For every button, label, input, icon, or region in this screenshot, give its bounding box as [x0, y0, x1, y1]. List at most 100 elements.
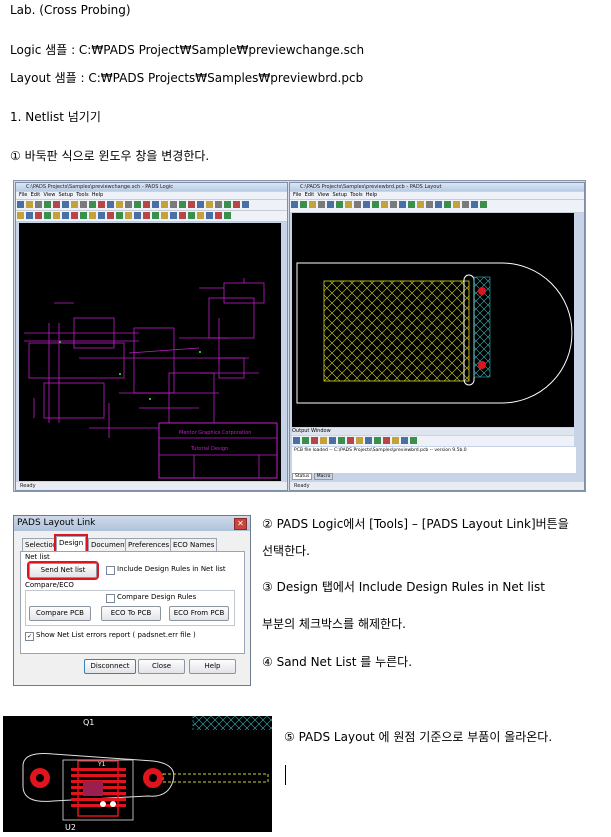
toolbar-icon[interactable]	[89, 212, 96, 219]
disconnect-button[interactable]: Disconnect	[84, 659, 136, 674]
toolbar-icon[interactable]	[471, 201, 478, 208]
toolbar-icon[interactable]	[224, 201, 231, 208]
tab-design[interactable]: Design	[53, 534, 89, 554]
toolbar-icon[interactable]	[444, 201, 451, 208]
toolbar-icon[interactable]	[161, 212, 168, 219]
toolbar-icon[interactable]	[320, 437, 327, 444]
toolbar-icon[interactable]	[116, 212, 123, 219]
toolbar-icon[interactable]	[401, 437, 408, 444]
toolbar-icon[interactable]	[161, 201, 168, 208]
menu-edit[interactable]: Edit	[31, 192, 41, 198]
toolbar-icon[interactable]	[188, 201, 195, 208]
tab-eco-names[interactable]: ECO Names	[170, 538, 218, 552]
eco-to-pcb-button[interactable]: ECO To PCB	[101, 606, 161, 621]
menu-file[interactable]: File	[19, 192, 27, 198]
menu-help[interactable]: Help	[92, 192, 103, 198]
toolbar-icon[interactable]	[170, 212, 177, 219]
toolbar-icon[interactable]	[302, 437, 309, 444]
compare-rules-checkbox[interactable]	[106, 594, 115, 603]
schematic-canvas[interactable]: Mentor Graphics Corporation Tutorial Des…	[19, 223, 281, 481]
toolbar-icon[interactable]	[338, 437, 345, 444]
toolbar-icon[interactable]	[179, 201, 186, 208]
toolbar-icon[interactable]	[80, 201, 87, 208]
toolbar-icon[interactable]	[356, 437, 363, 444]
toolbar-icon[interactable]	[125, 212, 132, 219]
toolbar-icon[interactable]	[197, 201, 204, 208]
toolbar-icon[interactable]	[233, 201, 240, 208]
tab-selection[interactable]: Selection	[22, 538, 61, 552]
toolbar-icon[interactable]	[206, 201, 213, 208]
toolbar-icon[interactable]	[462, 201, 469, 208]
toolbar-icon[interactable]	[152, 212, 159, 219]
toolbar-icon[interactable]	[143, 201, 150, 208]
toolbar-icon[interactable]	[347, 437, 354, 444]
toolbar-icon[interactable]	[399, 201, 406, 208]
toolbar-icon[interactable]	[17, 212, 24, 219]
toolbar-icon[interactable]	[383, 437, 390, 444]
toolbar-icon[interactable]	[35, 201, 42, 208]
menu-help[interactable]: Help	[366, 192, 377, 198]
menu-file[interactable]: File	[293, 192, 301, 198]
toolbar-icon[interactable]	[62, 212, 69, 219]
toolbar-icon[interactable]	[293, 437, 300, 444]
tab-preferences[interactable]: Preferences	[125, 538, 173, 552]
toolbar-icon[interactable]	[410, 437, 417, 444]
toolbar-icon[interactable]	[392, 437, 399, 444]
toolbar-icon[interactable]	[363, 201, 370, 208]
toolbar-icon[interactable]	[71, 212, 78, 219]
menu-setup[interactable]: Setup	[333, 192, 348, 198]
menu-tools[interactable]: Tools	[76, 192, 88, 198]
toolbar-icon[interactable]	[170, 201, 177, 208]
toolbar-icon[interactable]	[354, 201, 361, 208]
toolbar-icon[interactable]	[408, 201, 415, 208]
toolbar-icon[interactable]	[71, 201, 78, 208]
toolbar-icon[interactable]	[372, 201, 379, 208]
toolbar-icon[interactable]	[116, 201, 123, 208]
toolbar-icon[interactable]	[98, 212, 105, 219]
toolbar-icon[interactable]	[345, 201, 352, 208]
pcb-canvas[interactable]	[292, 213, 574, 427]
toolbar-icon[interactable]	[215, 201, 222, 208]
toolbar-icon[interactable]	[188, 212, 195, 219]
close-icon[interactable]: ✕	[234, 518, 247, 530]
toolbar-icon[interactable]	[206, 212, 213, 219]
toolbar-icon[interactable]	[125, 201, 132, 208]
menu-edit[interactable]: Edit	[305, 192, 315, 198]
tab-macro[interactable]: Macro	[313, 473, 334, 480]
toolbar-icon[interactable]	[179, 212, 186, 219]
toolbar-icon[interactable]	[152, 201, 159, 208]
toolbar-icon[interactable]	[318, 201, 325, 208]
toolbar-icon[interactable]	[480, 201, 487, 208]
toolbar-icon[interactable]	[197, 212, 204, 219]
eco-from-pcb-button[interactable]: ECO From PCB	[169, 606, 229, 621]
toolbar-icon[interactable]	[311, 437, 318, 444]
toolbar-icon[interactable]	[89, 201, 96, 208]
toolbar-icon[interactable]	[327, 201, 334, 208]
toolbar-icon[interactable]	[26, 212, 33, 219]
tab-status[interactable]: Status	[292, 473, 313, 480]
toolbar-icon[interactable]	[336, 201, 343, 208]
toolbar-icon[interactable]	[365, 437, 372, 444]
toolbar-icon[interactable]	[53, 201, 60, 208]
toolbar-icon[interactable]	[300, 201, 307, 208]
toolbar-icon[interactable]	[98, 201, 105, 208]
compare-pcb-button[interactable]: Compare PCB	[29, 606, 91, 621]
toolbar-icon[interactable]	[224, 212, 231, 219]
toolbar-icon[interactable]	[390, 201, 397, 208]
menu-view[interactable]: View	[317, 192, 329, 198]
toolbar-icon[interactable]	[417, 201, 424, 208]
toolbar-icon[interactable]	[17, 201, 24, 208]
menu-view[interactable]: View	[43, 192, 55, 198]
toolbar-icon[interactable]	[215, 212, 222, 219]
dialog-close-button[interactable]: Close	[138, 659, 185, 674]
toolbar-icon[interactable]	[44, 212, 51, 219]
help-button[interactable]: Help	[189, 659, 236, 674]
toolbar-icon[interactable]	[381, 201, 388, 208]
include-rules-checkbox[interactable]	[106, 566, 115, 575]
toolbar-icon[interactable]	[134, 201, 141, 208]
toolbar-icon[interactable]	[374, 437, 381, 444]
menu-tools[interactable]: Tools	[350, 192, 362, 198]
toolbar-icon[interactable]	[107, 212, 114, 219]
toolbar-icon[interactable]	[309, 201, 316, 208]
menu-setup[interactable]: Setup	[59, 192, 74, 198]
